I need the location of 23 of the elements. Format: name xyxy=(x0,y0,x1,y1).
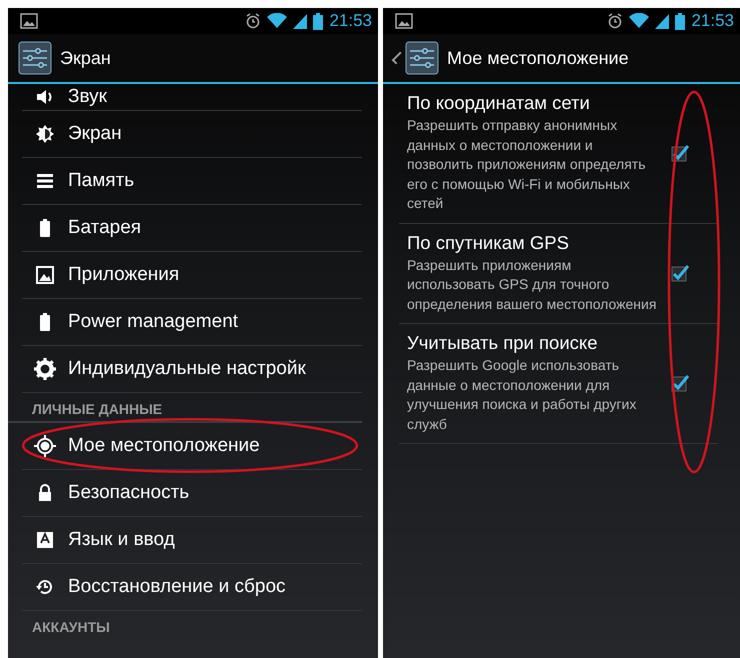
settings-item[interactable]: Батарея xyxy=(22,205,362,252)
settings-item[interactable]: Безопасность xyxy=(22,470,362,517)
preference-title: По координатам сети xyxy=(407,92,591,114)
settings-item[interactable]: Power management xyxy=(22,299,362,346)
settings-item[interactable]: Звук xyxy=(22,84,362,111)
settings-item[interactable]: Индивидуальные настройк xyxy=(22,346,362,393)
preference-summary: Разрешить отправку анонимных данных о местоположении и позволить приложениям определять его с помощью Wi-Fi и мобильных сетей xyxy=(407,116,646,213)
section-header: ЛИЧНЫЕ ДАННЫЕ xyxy=(8,393,362,423)
settings-item[interactable]: Мое местоположение xyxy=(22,423,362,470)
clock-time: 21:53 xyxy=(691,11,734,31)
preference-summary: Разрешить приложениям использовать GPS для точного определения вашего местоположения xyxy=(407,256,658,314)
settings-item[interactable]: Экран xyxy=(22,111,362,158)
screen-title: Мое местоположение xyxy=(447,48,629,68)
section-header: АККАУНТЫ xyxy=(31,618,111,637)
settings-item[interactable]: Приложения xyxy=(22,252,362,299)
settings-item[interactable]: Восстановление и сброс xyxy=(22,564,362,611)
settings-item[interactable]: Память xyxy=(22,158,362,205)
settings-item[interactable]: Язык и ввод xyxy=(22,517,362,564)
clock-time: 21:53 xyxy=(329,11,372,31)
screen-title: Экран xyxy=(60,48,111,68)
preference-title: По спутникам GPS xyxy=(407,232,570,254)
preference-summary: Разрешить Google использовать данные о местоположении для улучшения поиска и работы других служб xyxy=(407,356,638,434)
preference-title: Учитывать при поиске xyxy=(407,332,599,354)
